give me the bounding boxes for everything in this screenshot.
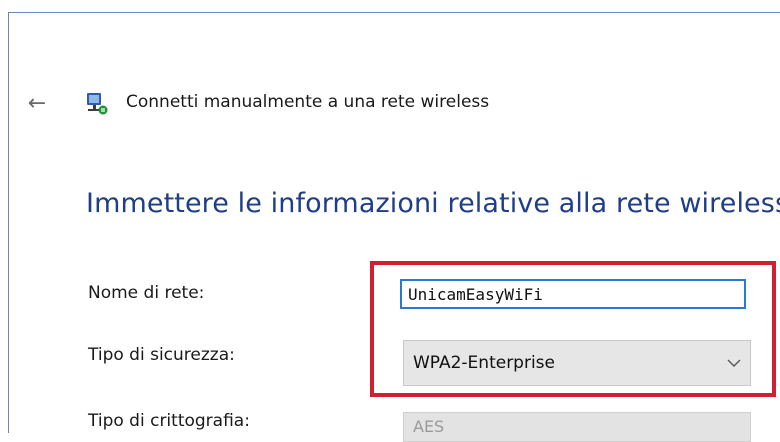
encryption-type-select[interactable]: AES [403,412,751,442]
network-icon [87,93,108,115]
security-type-label: Tipo di sicurezza: [88,345,235,365]
security-type-value: WPA2-Enterprise [413,353,556,373]
back-button[interactable]: ← [22,90,52,118]
encryption-type-value: AES [413,417,445,436]
page-heading: Immettere le informazioni relative alla … [86,188,780,219]
security-type-select[interactable]: WPA2-Enterprise [403,340,751,386]
network-name-label: Nome di rete: [88,283,205,303]
window-title: Connetti manualmente a una rete wireless [126,92,490,112]
network-name-input[interactable] [400,279,746,309]
encryption-type-label: Tipo di crittografia: [88,411,250,431]
arrow-left-icon: ← [27,91,47,116]
chevron-down-icon [718,343,750,383]
